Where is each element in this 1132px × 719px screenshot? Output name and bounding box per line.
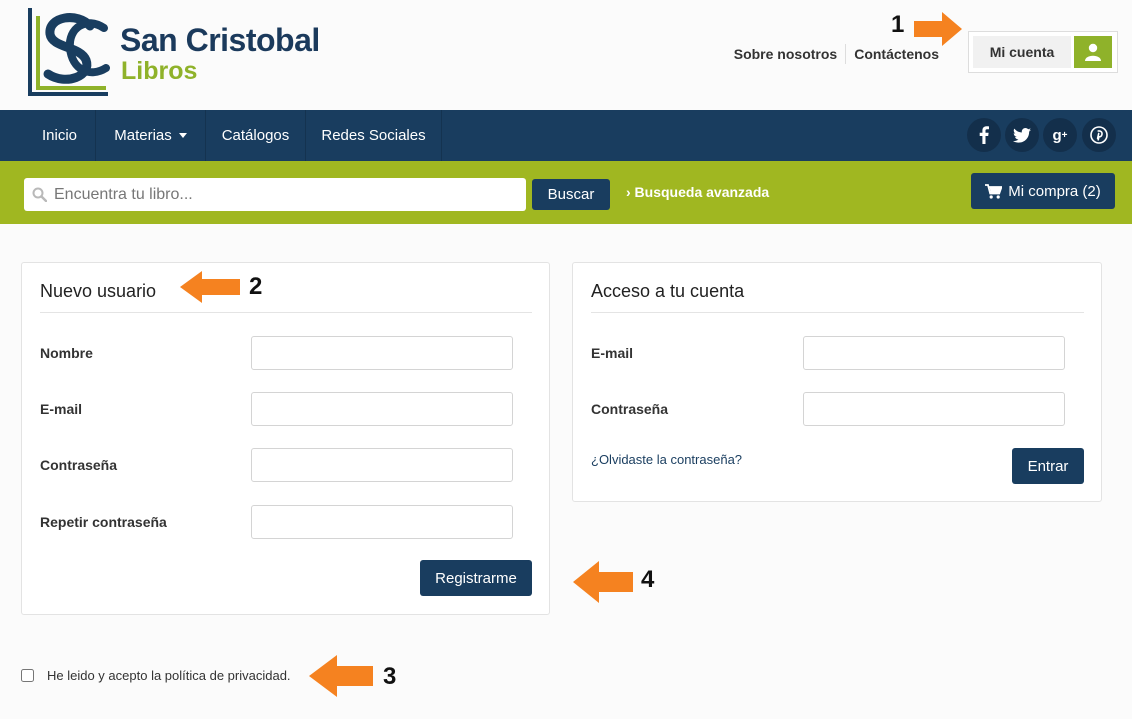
- privacy-label: He leido y acepto la política de privaci…: [47, 668, 291, 683]
- nav-item-catalogos[interactable]: Catálogos: [206, 110, 306, 161]
- nav-item-materias[interactable]: Materias: [96, 110, 206, 161]
- facebook-icon[interactable]: [967, 118, 1001, 152]
- main-nav: Inicio Materias Catálogos Redes Sociales: [0, 110, 1132, 161]
- annotation-number-1: 1: [891, 11, 905, 38]
- cart-icon: [985, 183, 1003, 199]
- search-icon: [32, 187, 48, 207]
- login-button[interactable]: Entrar: [1012, 448, 1084, 484]
- register-email-input[interactable]: [251, 392, 513, 426]
- caret-down-icon: [178, 133, 187, 138]
- register-email-label: E-mail: [40, 401, 83, 417]
- register-button[interactable]: Registrarme: [420, 560, 532, 596]
- register-name-label: Nombre: [40, 345, 93, 361]
- annotation-number-3: 3: [383, 663, 397, 690]
- nav-item-label: Inicio: [41, 127, 78, 144]
- pinterest-icon[interactable]: [1082, 118, 1116, 152]
- forgot-password-link[interactable]: ¿Olvidaste la contraseña?: [591, 452, 742, 467]
- register-panel: Nuevo usuario Nombre E-mail Contraseña R…: [21, 262, 550, 615]
- user-icon: [1074, 36, 1112, 68]
- link-contactenos[interactable]: Contáctenos: [846, 46, 947, 62]
- advanced-search-link[interactable]: › Busqueda avanzada: [626, 184, 769, 200]
- brand-subname: Libros: [121, 57, 198, 85]
- annotation-number-4: 4: [641, 566, 655, 593]
- register-password-input[interactable]: [251, 448, 513, 482]
- divider: [591, 312, 1084, 313]
- nav-item-inicio[interactable]: Inicio: [24, 110, 96, 161]
- login-email-input[interactable]: [803, 336, 1065, 370]
- site-logo[interactable]: San Cristobal Libros: [28, 8, 338, 100]
- annotation-arrow-right-icon: [914, 12, 962, 46]
- search-field: [24, 178, 526, 211]
- login-panel: Acceso a tu cuenta E-mail Contraseña ¿Ol…: [572, 262, 1102, 502]
- search-bar: Buscar › Busqueda avanzada Mi compra (2): [0, 161, 1132, 224]
- register-title: Nuevo usuario: [40, 281, 157, 301]
- search-button[interactable]: Buscar: [532, 179, 610, 210]
- login-email-label: E-mail: [591, 345, 634, 361]
- annotation-number-2: 2: [249, 273, 263, 300]
- login-password-label: Contraseña: [591, 401, 669, 417]
- annotation-arrow-left-icon: [573, 561, 633, 603]
- my-account-button[interactable]: Mi cuenta: [968, 31, 1118, 73]
- login-title: Acceso a tu cuenta: [591, 281, 745, 301]
- nav-item-label: Materias: [114, 127, 172, 144]
- twitter-icon[interactable]: [1005, 118, 1039, 152]
- search-input[interactable]: [54, 178, 514, 211]
- register-repeat-password-label: Repetir contraseña: [40, 514, 167, 530]
- brand-name: San Cristobal: [120, 22, 320, 58]
- divider: [40, 312, 532, 313]
- link-sobre-nosotros[interactable]: Sobre nosotros: [726, 46, 845, 62]
- cart-button[interactable]: Mi compra (2): [971, 173, 1115, 209]
- san-cristobal-logo-icon: [28, 8, 110, 96]
- register-repeat-password-input[interactable]: [251, 505, 513, 539]
- login-password-input[interactable]: [803, 392, 1065, 426]
- register-name-input[interactable]: [251, 336, 513, 370]
- my-account-label: Mi cuenta: [973, 36, 1071, 68]
- nav-item-label: Redes Sociales: [321, 127, 426, 144]
- annotation-arrow-left-icon: [309, 655, 373, 697]
- nav-item-redes-sociales[interactable]: Redes Sociales: [306, 110, 442, 161]
- nav-item-label: Catálogos: [221, 127, 290, 144]
- cart-label: Mi compra (2): [1008, 182, 1101, 200]
- annotation-arrow-left-icon: [180, 271, 240, 303]
- register-password-label: Contraseña: [40, 457, 118, 473]
- privacy-checkbox[interactable]: [21, 669, 34, 682]
- privacy-consent[interactable]: He leido y acepto la política de privaci…: [21, 668, 291, 683]
- google-plus-icon[interactable]: g +: [1043, 118, 1077, 152]
